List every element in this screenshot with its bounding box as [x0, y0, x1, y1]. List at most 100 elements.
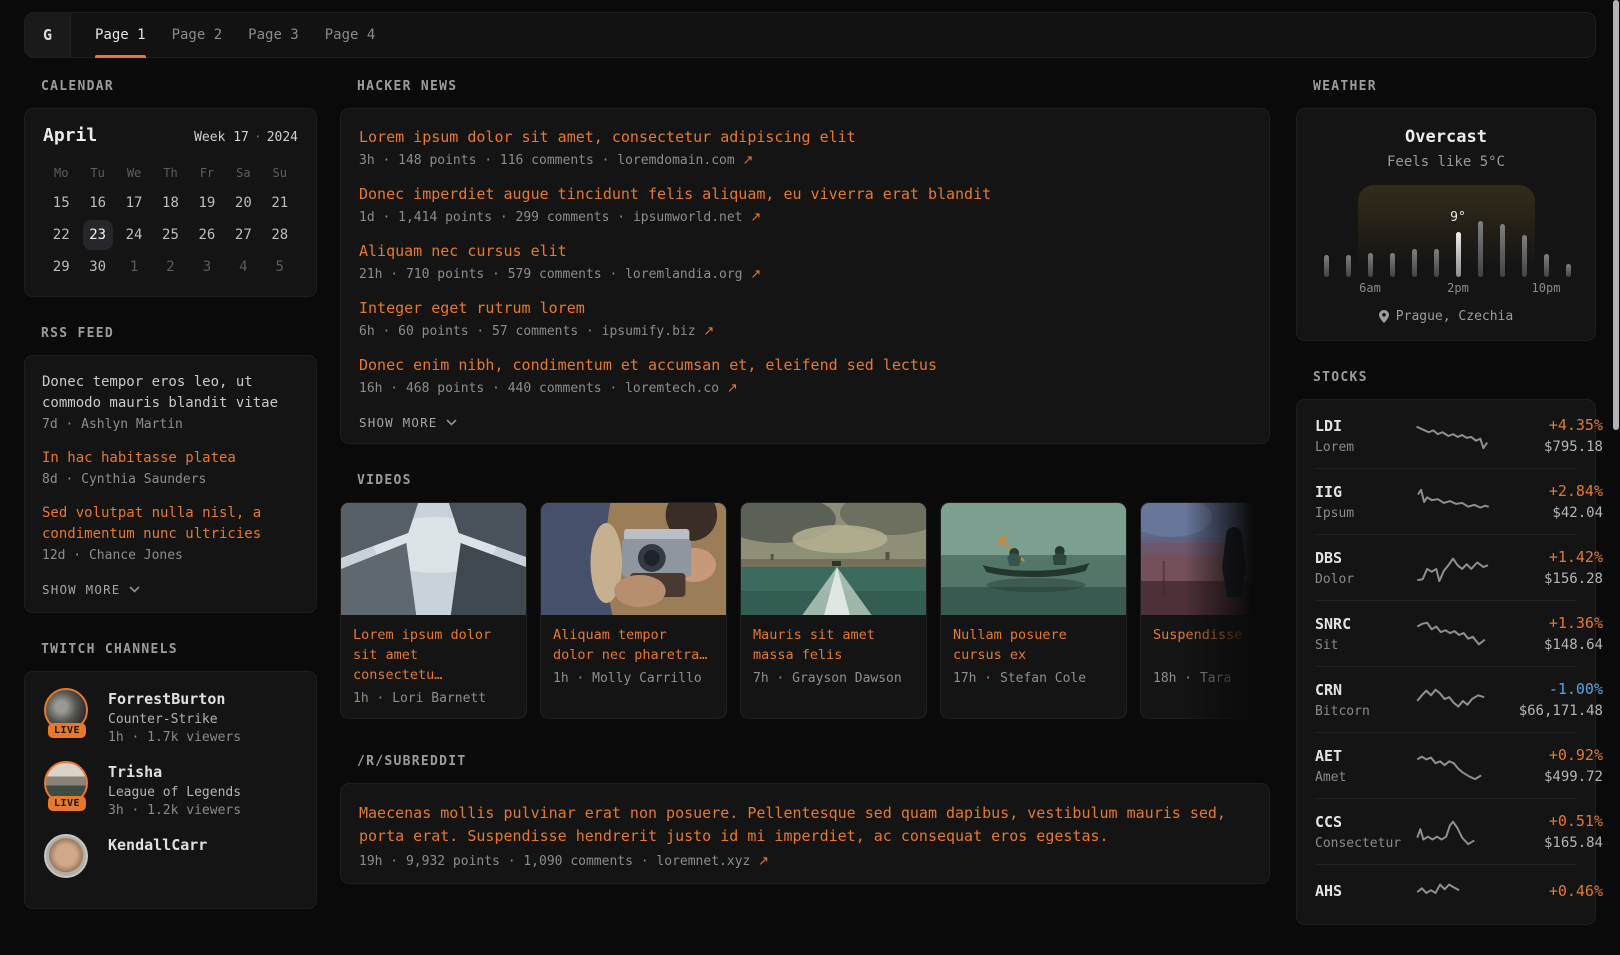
hn-story-link[interactable]: Donec imperdiet augue tincidunt felis al…: [359, 184, 1251, 205]
tab-page-3[interactable]: Page 3: [248, 13, 299, 57]
rss-widget: Donec tempor eros leo, ut commodo mauris…: [24, 355, 317, 613]
video-card[interactable]: Mauris sit amet massa felis 7h · Grayson…: [740, 502, 927, 719]
hn-story-link[interactable]: Aliquam nec cursus elit: [359, 241, 1251, 262]
rss-item-meta: 12d · Chance Jones: [42, 548, 299, 563]
video-card[interactable]: Suspendisse diam 18h · Tara: [1140, 502, 1270, 719]
chevron-down-icon: [129, 586, 140, 593]
hn-domain-link[interactable]: loremtech.co: [625, 381, 719, 396]
hn-domain-link[interactable]: loremlandia.org: [625, 267, 742, 282]
video-thumbnail-camera[interactable]: [541, 503, 726, 615]
weather-location: Prague, Czechia: [1315, 309, 1577, 324]
twitch-channel-name[interactable]: ForrestBurton: [108, 688, 241, 710]
hackernews-widget: Lorem ipsum dolor sit amet, consectetur …: [340, 108, 1270, 444]
stock-sparkline: [1415, 421, 1491, 451]
stock-name: Ipsum: [1315, 506, 1415, 521]
calendar-day: 25: [152, 219, 188, 250]
stock-sparkline: [1415, 878, 1491, 908]
tab-page-4[interactable]: Page 4: [325, 13, 376, 57]
app-logo[interactable]: G: [25, 13, 71, 57]
stock-symbol: SNRC: [1315, 615, 1415, 633]
video-title-link[interactable]: Mauris sit amet massa felis: [753, 625, 914, 665]
weekday-label: Tu: [79, 160, 115, 186]
reddit-post-meta: 19h · 9,932 points · 1,090 comments · lo…: [359, 854, 1251, 869]
stock-name: Lorem: [1315, 440, 1415, 455]
hn-domain-link[interactable]: loremdomain.com: [617, 153, 734, 168]
stock-price: $156.28: [1491, 571, 1603, 587]
weather-daytime-highlight: [1358, 185, 1535, 277]
stock-sparkline: [1415, 817, 1491, 847]
stock-name: Sit: [1315, 638, 1415, 653]
video-card[interactable]: Nullam posuere cursus ex 17h · Stefan Co…: [940, 502, 1127, 719]
twitch-channel-game: League of Legends: [108, 785, 241, 800]
twitch-channel[interactable]: KendallCarr: [42, 834, 299, 878]
reddit-post-link[interactable]: Maecenas mollis pulvinar erat non posuer…: [359, 802, 1251, 848]
hn-domain-link[interactable]: ipsumworld.net: [633, 210, 743, 225]
external-link-icon: ↗: [703, 324, 714, 339]
calendar-day: 22: [43, 219, 79, 250]
video-title-link[interactable]: Nullam posuere cursus ex: [953, 625, 1114, 665]
calendar-section-title: CALENDAR: [41, 80, 317, 94]
twitch-channel[interactable]: LIVE Trisha League of Legends 3h · 1.2k …: [42, 761, 299, 818]
rss-item-link[interactable]: Donec tempor eros leo, ut commodo mauris…: [42, 372, 299, 414]
stocks-widget: LDILorem +4.35%$795.18 IIGIpsum +2.84%$4…: [1296, 399, 1596, 925]
stock-sparkline: [1415, 685, 1491, 715]
weather-bar: [1324, 255, 1329, 277]
videos-section-title: VIDEOS: [357, 474, 1270, 488]
stock-name: Bitcorn: [1315, 704, 1415, 719]
stock-row: LDILorem +4.35%$795.18: [1315, 403, 1577, 468]
stock-price: $165.84: [1491, 835, 1603, 851]
hn-story-link[interactable]: Donec enim nibh, condimentum et accumsan…: [359, 355, 1251, 376]
calendar-widget: April Week 17·2024 Mo Tu We Th Fr Sa Su …: [24, 108, 317, 297]
stock-price: $499.72: [1491, 769, 1603, 785]
twitch-avatar[interactable]: [44, 834, 88, 878]
hn-domain-link[interactable]: ipsumify.biz: [602, 324, 696, 339]
calendar-day: 18: [152, 187, 188, 218]
video-thumbnail-field[interactable]: [1141, 503, 1270, 615]
rss-item-link[interactable]: In hac habitasse platea: [42, 448, 299, 469]
rss-show-more-button[interactable]: SHOW MORE: [42, 582, 140, 597]
hn-story-link[interactable]: Lorem ipsum dolor sit amet, consectetur …: [359, 127, 1251, 148]
twitch-section: TWITCH CHANNELS LIVE ForrestBurton Count…: [24, 643, 317, 909]
right-column: WEATHER Overcast Feels like 5°C 9° 6am2p…: [1296, 80, 1596, 955]
video-card[interactable]: Aliquam tempor dolor nec pharetra… 1h · …: [540, 502, 727, 719]
live-badge: LIVE: [48, 796, 86, 811]
stock-change: +0.46%: [1491, 882, 1603, 900]
video-title-link[interactable]: Lorem ipsum dolor sit amet consectetu…: [353, 625, 514, 685]
video-thumbnail-canoe[interactable]: [941, 503, 1126, 615]
hn-story-meta: 16h · 468 points · 440 comments · loremt…: [359, 381, 1251, 396]
stock-row: AETAmet +0.92%$499.72: [1315, 732, 1577, 798]
video-thumbnail-sea[interactable]: [741, 503, 926, 615]
scrollbar[interactable]: [1613, 0, 1619, 430]
calendar-day: 24: [116, 219, 152, 250]
twitch-channel-name[interactable]: KendallCarr: [108, 834, 207, 856]
weather-bar: [1500, 224, 1505, 277]
weather-bar: [1522, 235, 1527, 277]
external-link-icon: ↗: [750, 210, 761, 225]
tab-page-2[interactable]: Page 2: [172, 13, 223, 57]
video-title-link[interactable]: Suspendisse diam: [1153, 625, 1270, 665]
twitch-channel-name[interactable]: Trisha: [108, 761, 241, 783]
hn-show-more-button[interactable]: SHOW MORE: [359, 415, 457, 430]
stock-row: SNRCSit +1.36%$148.64: [1315, 600, 1577, 666]
weather-condition: Overcast: [1315, 127, 1577, 147]
calendar-month: April: [43, 125, 97, 146]
weekday-label: We: [116, 160, 152, 186]
stock-row: IIGIpsum +2.84%$42.04: [1315, 468, 1577, 534]
rss-item-link[interactable]: Sed volutpat nulla nisl, a condimentum n…: [42, 503, 299, 545]
video-title-link[interactable]: Aliquam tempor dolor nec pharetra…: [553, 625, 714, 665]
tab-page-1[interactable]: Page 1: [95, 13, 146, 57]
hn-story-meta: 21h · 710 points · 579 comments · loreml…: [359, 267, 1251, 282]
stock-price: $795.18: [1491, 439, 1603, 455]
stock-price: $66,171.48: [1491, 703, 1603, 719]
stock-name: Amet: [1315, 770, 1415, 785]
reddit-domain-link[interactable]: loremnet.xyz: [656, 854, 750, 869]
subreddit-section-title: /R/SUBREDDIT: [357, 755, 1270, 769]
video-thumbnail-pillars[interactable]: [341, 503, 526, 615]
page-tabs: Page 1 Page 2 Page 3 Page 4: [95, 13, 375, 57]
topbar: G Page 1 Page 2 Page 3 Page 4: [24, 12, 1596, 58]
rss-item-meta: 8d · Cynthia Saunders: [42, 472, 299, 487]
twitch-channel[interactable]: LIVE ForrestBurton Counter-Strike 1h · 1…: [42, 688, 299, 745]
hn-story-link[interactable]: Integer eget rutrum lorem: [359, 298, 1251, 319]
video-card[interactable]: Lorem ipsum dolor sit amet consectetu… 1…: [340, 502, 527, 719]
subreddit-section: /R/SUBREDDIT Maecenas mollis pulvinar er…: [340, 755, 1270, 884]
